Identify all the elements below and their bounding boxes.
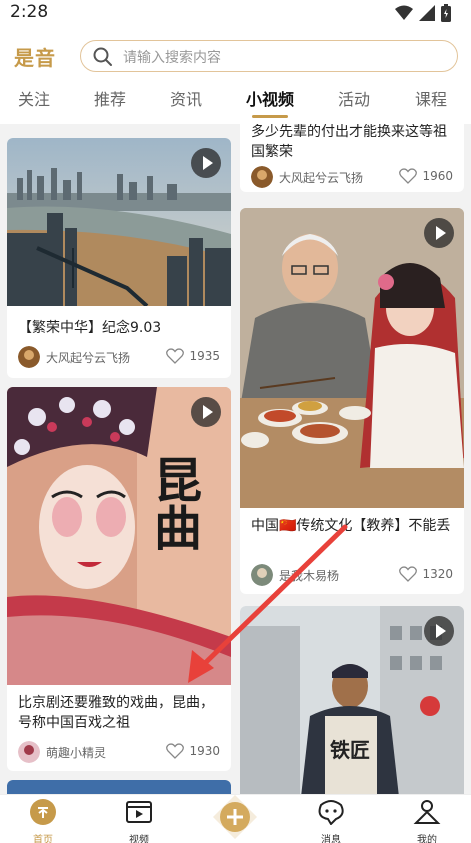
overlay-text: 铁匠 [330,738,370,762]
signal-icon [419,5,435,21]
video-thumbnail[interactable]: 昆曲 [7,387,231,685]
play-icon[interactable] [424,616,454,646]
avatar [251,564,273,586]
heart-icon[interactable] [399,168,417,184]
card-title: 比京剧还要雅致的戏曲，昆曲，号称中国百戏之祖 [18,695,214,731]
tab-profile[interactable]: 我的 [387,799,467,843]
dining-scene-image [240,208,464,508]
search-placeholder: 请输入搜索内容 [123,50,221,66]
video-feed: 多少先辈的付出才能换来这等祖国繁荣 大风起兮云飞扬 1960 【繁荣中华】纪念9… [0,124,471,794]
wifi-icon [395,5,413,20]
video-thumbnail[interactable] [7,780,231,794]
video-card[interactable]: 昆曲 比京剧还要雅致的戏曲，昆曲，号称中国百戏之祖 萌趣小精灵 1930 [7,387,231,771]
card-author: 大风起兮云飞扬 [279,171,364,185]
card-author: 是我木易杨 [279,569,340,583]
play-icon[interactable] [191,148,221,178]
video-card[interactable]: 铁匠 [240,606,464,794]
tab-messages[interactable]: 消息 [291,799,371,843]
app-logo: 是音 [14,46,56,70]
search-icon [93,47,112,66]
heart-icon[interactable] [166,743,184,759]
video-icon [126,801,152,823]
status-time: 2:28 [10,2,49,22]
category-tabs: 关注 推荐 资讯 小视频 活动 课程 [0,84,471,124]
status-bar: 2:28 [0,0,471,28]
card-author: 大风起兮云飞扬 [46,351,131,365]
profile-icon [413,800,441,824]
video-card[interactable]: 多少先辈的付出才能换来这等祖国繁荣 大风起兮云飞扬 1960 [240,124,464,192]
app-header: 是音 请输入搜索内容 [0,28,471,84]
heart-icon[interactable] [166,348,184,364]
bottom-tab-bar: 首页 视频 消息 我的 [0,794,471,843]
message-icon [318,800,344,826]
card-title: 【繁荣中华】纪念9.03 [18,320,162,336]
tab-video[interactable]: 视频 [99,799,179,843]
add-button[interactable] [195,795,275,843]
tab-home[interactable]: 首页 [3,799,83,843]
card-title: 多少先辈的付出才能换来这等祖国繁荣 [251,124,447,160]
heart-icon[interactable] [399,566,417,582]
play-icon[interactable] [191,397,221,427]
tab-events[interactable]: 活动 [338,86,370,110]
tab-short-video[interactable]: 小视频 [246,86,294,118]
card-title: 中国🇨🇳传统文化【教养】不能丢 [251,518,451,534]
tab-messages-label: 消息 [321,835,341,843]
video-thumbnail[interactable]: 铁匠 [240,606,464,794]
video-card[interactable]: 【繁荣中华】纪念9.03 大风起兮云飞扬 1935 [7,138,231,378]
like-count: 1930 [189,744,220,758]
play-icon[interactable] [424,218,454,248]
video-thumbnail[interactable] [7,138,231,306]
video-card[interactable]: 中国🇨🇳传统文化【教养】不能丢 是我木易杨 1320 [240,208,464,594]
home-icon [30,799,56,825]
like-count: 1320 [422,567,453,581]
plus-icon [213,795,257,839]
like-count: 1935 [189,349,220,363]
search-input[interactable]: 请输入搜索内容 [80,40,458,72]
tab-home-label: 首页 [33,835,53,843]
avatar [251,166,273,188]
tab-news[interactable]: 资讯 [170,86,202,110]
tab-recommend[interactable]: 推荐 [94,86,126,110]
tab-follow[interactable]: 关注 [18,86,50,110]
tab-courses[interactable]: 课程 [415,86,447,110]
card-author: 萌趣小精灵 [46,746,107,760]
video-card[interactable] [7,780,231,794]
video-thumbnail[interactable] [240,208,464,508]
avatar [18,346,40,368]
tab-profile-label: 我的 [417,835,437,843]
avatar [18,741,40,763]
battery-icon [441,4,451,22]
overlay-calligraphy: 昆曲 [145,455,201,551]
like-count: 1960 [422,169,453,183]
tab-video-label: 视频 [129,835,149,843]
